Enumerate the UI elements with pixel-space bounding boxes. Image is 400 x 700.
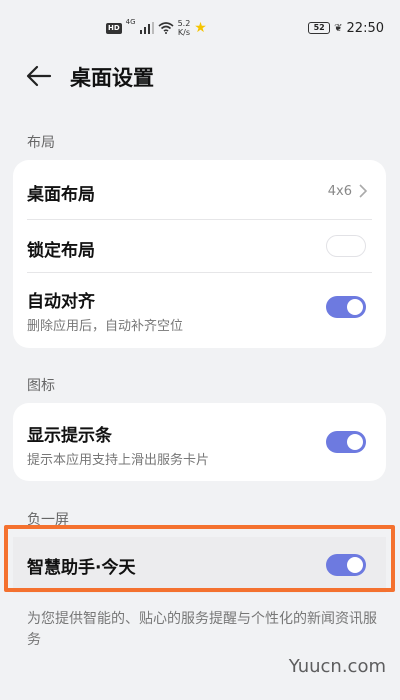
- watermark: Yuucn.com: [288, 656, 386, 677]
- row-auto-align[interactable]: 自动对齐 删除应用后，自动补齐空位: [13, 273, 386, 348]
- highlight-box: [4, 525, 395, 592]
- card-layout: 桌面布局 4x6 锁定布局 自动对齐 删除应用后，自动补齐空位: [13, 160, 386, 348]
- row-subtitle: 删除应用后，自动补齐空位: [27, 319, 184, 334]
- card-icons: 显示提示条 提示本应用支持上滑出服务卡片: [13, 403, 386, 481]
- row-title: 自动对齐: [27, 292, 95, 312]
- auto-align-toggle[interactable]: [326, 296, 366, 318]
- star-icon: ★: [194, 20, 207, 36]
- speed-unit: K/s: [177, 28, 190, 37]
- show-hint-bar-toggle[interactable]: [326, 431, 366, 453]
- section-label-layout: 布局: [27, 135, 55, 151]
- status-right: 52 ❦ 22:50: [308, 18, 384, 38]
- row-lock-layout[interactable]: 锁定布局: [13, 220, 386, 273]
- power-saving-icon: ❦: [334, 22, 343, 34]
- status-indicators: HD 4G 5.2 K/s ★: [106, 14, 207, 42]
- row-show-hint-bar[interactable]: 显示提示条 提示本应用支持上滑出服务卡片: [13, 403, 386, 481]
- row-value: 4x6: [327, 184, 352, 199]
- battery-icon: 52: [308, 22, 331, 34]
- clock: 22:50: [346, 20, 384, 36]
- row-title: 锁定布局: [27, 241, 95, 261]
- network-type: 4G: [125, 18, 136, 26]
- header: 桌面设置: [0, 54, 400, 98]
- lock-layout-toggle[interactable]: [326, 235, 366, 257]
- smart-assistant-description: 为您提供智能的、贴心的服务提醒与个性化的新闻资讯服务: [27, 611, 377, 648]
- network-speed: 5.2 K/s: [178, 19, 191, 37]
- row-title: 桌面布局: [27, 185, 95, 205]
- toggle-knob: [347, 434, 363, 450]
- hd-badge: HD: [106, 22, 122, 34]
- speed-value: 5.2: [177, 19, 191, 28]
- toggle-knob: [330, 239, 346, 255]
- row-subtitle: 提示本应用支持上滑出服务卡片: [27, 453, 210, 468]
- row-desktop-layout[interactable]: 桌面布局 4x6: [13, 160, 386, 220]
- toggle-knob: [347, 299, 363, 315]
- chevron-right-icon: [359, 184, 368, 198]
- status-bar: HD 4G 5.2 K/s ★ 52 ❦ 22:50: [0, 0, 400, 56]
- wifi-icon: [158, 22, 174, 34]
- signal-icon: [139, 22, 154, 34]
- row-title: 显示提示条: [27, 426, 112, 446]
- back-arrow-icon[interactable]: [26, 64, 52, 88]
- page-title: 桌面设置: [70, 66, 154, 90]
- section-label-icons: 图标: [27, 378, 55, 394]
